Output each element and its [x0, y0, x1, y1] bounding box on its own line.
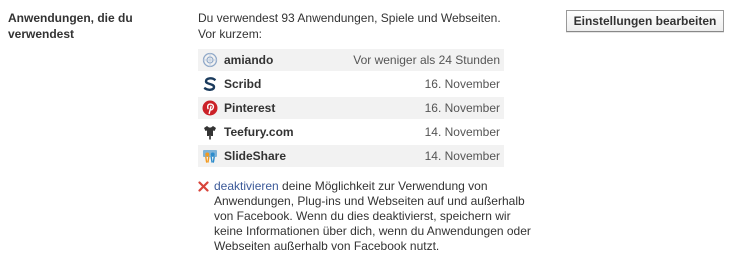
app-name[interactable]: Pinterest	[224, 101, 425, 115]
app-last-used: 14. November	[424, 149, 500, 163]
app-last-used: 14. November	[424, 125, 500, 139]
app-name[interactable]: Scribd	[224, 77, 425, 91]
teefury-icon	[202, 124, 218, 140]
app-list: amiando Vor weniger als 24 Stunden Scrib…	[198, 49, 504, 167]
app-name[interactable]: SlideShare	[224, 149, 425, 163]
app-row-slideshare[interactable]: SlideShare 14. November	[198, 145, 504, 167]
app-name[interactable]: Teefury.com	[224, 125, 425, 139]
app-last-used: 16. November	[424, 101, 500, 115]
apps-intro-text: Du verwendest 93 Anwendungen, Spiele und…	[198, 11, 501, 41]
app-name[interactable]: amiando	[224, 53, 353, 67]
apps-panel: Du verwendest 93 Anwendungen, Spiele und…	[198, 10, 531, 254]
app-row-pinterest[interactable]: Pinterest 16. November	[198, 97, 504, 119]
pinterest-icon	[202, 100, 218, 116]
section-label: Anwendungen, die du verwendest	[8, 11, 133, 41]
slideshare-icon	[202, 148, 218, 164]
amiando-icon	[202, 52, 218, 68]
red-x-icon	[198, 181, 209, 192]
deactivate-notice: deaktivieren deine Möglichkeit zur Verwe…	[198, 179, 534, 254]
app-row-scribd[interactable]: Scribd 16. November	[198, 73, 504, 95]
app-last-used: Vor weniger als 24 Stunden	[353, 53, 500, 67]
app-row-amiando[interactable]: amiando Vor weniger als 24 Stunden	[198, 49, 504, 71]
deactivate-link[interactable]: deaktivieren	[214, 179, 279, 193]
app-last-used: 16. November	[424, 77, 500, 91]
scribd-icon	[202, 76, 218, 92]
app-row-teefury[interactable]: Teefury.com 14. November	[198, 121, 504, 143]
edit-settings-button[interactable]: Einstellungen bearbeiten	[566, 10, 724, 32]
